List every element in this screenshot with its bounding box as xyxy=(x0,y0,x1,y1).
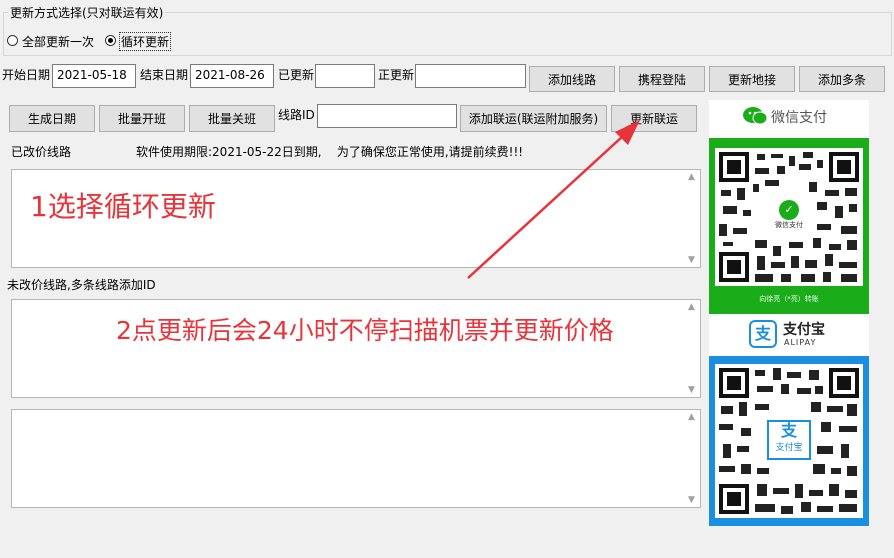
wechat-center-icon: ✓ xyxy=(779,200,799,220)
alipay-qr-caption: 支付宝 xyxy=(775,443,803,453)
wechat-title: 微信支付 xyxy=(771,110,827,126)
alipay-center-badge: 支 支付宝 xyxy=(767,420,811,460)
wechat-qr-caption: 微信支付 xyxy=(775,221,803,229)
alipay-title: 支付宝 xyxy=(783,322,825,338)
alipay-subtitle: ALIPAY xyxy=(784,338,817,347)
wechat-logo-icon xyxy=(743,106,768,126)
alipay-logo-icon: 支 xyxy=(749,320,777,348)
alipay-qr-area: 支 支付宝 xyxy=(709,356,869,526)
alipay-center-icon: 支 xyxy=(780,421,797,440)
alipay-qr-frame: 支 支付宝 xyxy=(715,364,863,518)
arrow-line xyxy=(467,122,638,279)
alipay-header: 支 支付宝 ALIPAY xyxy=(709,314,869,354)
alipay-panel: 支 支付宝 ALIPAY 支 支付宝 xyxy=(709,314,869,526)
wechat-header: 微信支付 xyxy=(709,100,869,136)
wechat-footer: 向徐亮（*亮）转账 xyxy=(759,295,819,303)
wechat-qr-frame: ✓ 微信支付 xyxy=(715,148,863,286)
wechat-pay-panel: 微信支付 ✓ 微信支付 向徐亮（*亮）转账 xyxy=(709,100,869,314)
wechat-center-badge: ✓ 微信支付 xyxy=(769,198,809,234)
wechat-qr-area: ✓ 微信支付 向徐亮（*亮）转账 xyxy=(709,138,869,314)
